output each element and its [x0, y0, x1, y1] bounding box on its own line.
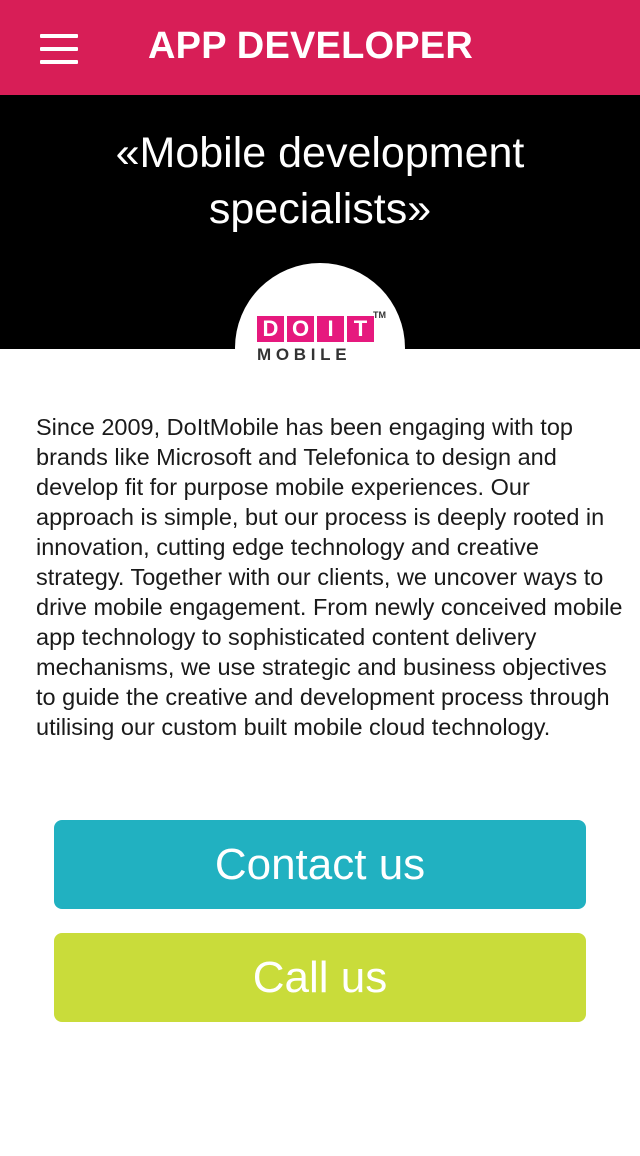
trademark-mark: TM — [373, 310, 386, 320]
app-title: APP DEVELOPER — [148, 25, 473, 67]
top-app-bar: APP DEVELOPER — [0, 0, 640, 95]
menu-line — [40, 34, 78, 38]
tagline-line-1: «Mobile development — [115, 129, 525, 177]
logo-letter: D — [257, 316, 284, 342]
logo-letter: I — [317, 316, 344, 342]
tagline: «Mobile development specialists» — [0, 125, 640, 237]
call-us-button[interactable]: Call us — [54, 933, 586, 1022]
logo-letter: O — [287, 316, 314, 342]
tagline-line-2: specialists» — [208, 185, 432, 233]
logo-letters: D O I T — [257, 316, 374, 342]
hamburger-menu-icon[interactable] — [32, 30, 86, 70]
menu-line — [40, 47, 78, 51]
logo-subtitle: MOBILE — [257, 345, 352, 364]
doit-mobile-logo: D O I T TM MOBILE — [257, 310, 387, 366]
logo-letter: T — [347, 316, 374, 342]
contact-us-button[interactable]: Contact us — [54, 820, 586, 909]
menu-line — [40, 60, 78, 64]
about-paragraph: Since 2009, DoItMobile has been engaging… — [36, 414, 623, 740]
